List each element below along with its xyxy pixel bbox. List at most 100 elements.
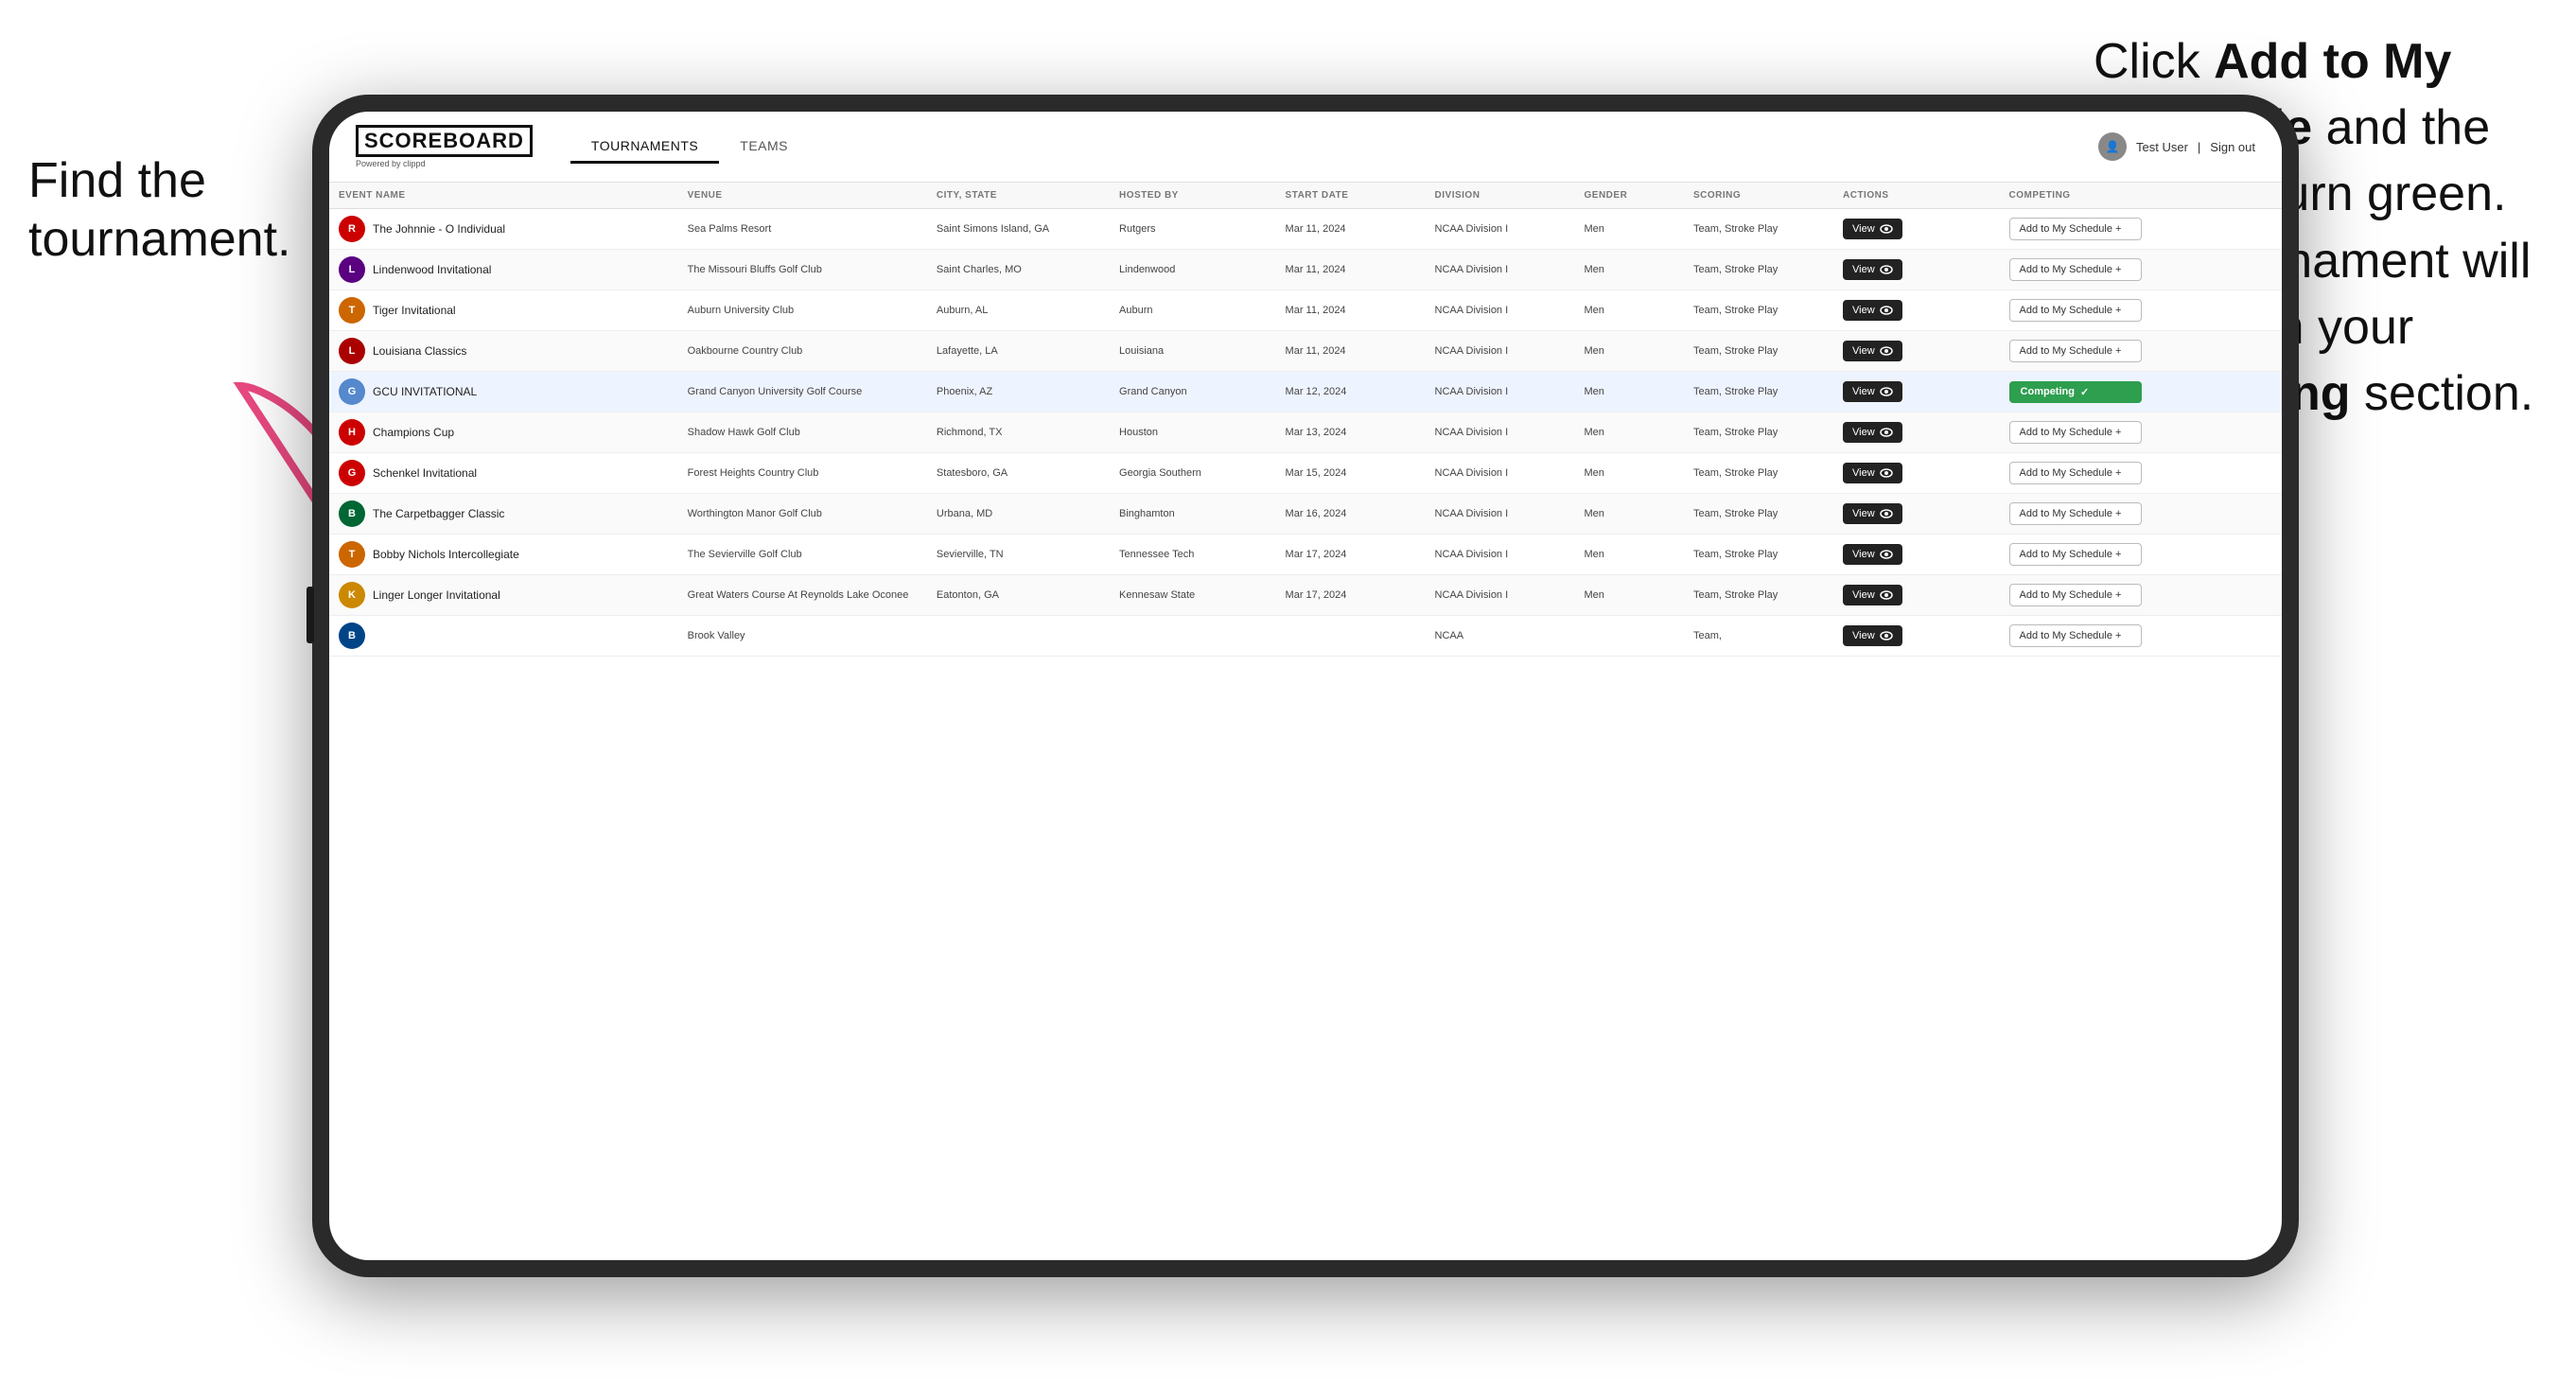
add-to-schedule-button[interactable]: Add to My Schedule + [2009, 299, 2142, 322]
tournaments-table: EVENT NAME VENUE CITY, STATE HOSTED BY S… [329, 183, 2282, 657]
logo-text: SCOREBOARD [356, 125, 533, 157]
venue-cell: Oakbourne Country Club [678, 331, 927, 372]
gender-cell: Men [1575, 209, 1685, 250]
tablet-frame: SCOREBOARD Powered by clippd TOURNAMENTS… [312, 95, 2299, 1277]
venue-cell: Grand Canyon University Golf Course [678, 372, 927, 412]
col-header-date: START DATE [1276, 183, 1426, 209]
city-cell: Richmond, TX [927, 412, 1110, 453]
view-button[interactable]: View [1843, 544, 1902, 565]
date-cell: Mar 11, 2024 [1276, 331, 1426, 372]
event-cell: T Bobby Nichols Intercollegiate [339, 541, 669, 568]
col-header-division: DIVISION [1426, 183, 1575, 209]
venue-cell: The Sevierville Golf Club [678, 535, 927, 575]
add-to-schedule-label: Add to My Schedule + [2020, 549, 2122, 560]
hosted-cell: Binghamton [1110, 494, 1276, 535]
tab-tournaments[interactable]: TOURNAMENTS [570, 131, 719, 164]
add-to-schedule-label: Add to My Schedule + [2020, 467, 2122, 479]
hosted-cell [1110, 616, 1276, 657]
actions-cell: View [1833, 494, 2000, 535]
table-row: G GCU INVITATIONAL Grand Canyon Universi… [329, 372, 2282, 412]
event-name: Schenkel Invitational [373, 466, 477, 480]
division-cell: NCAA Division I [1426, 412, 1575, 453]
competing-button[interactable]: Competing ✓ [2009, 381, 2142, 403]
team-logo: K [339, 582, 365, 608]
actions-cell: View [1833, 575, 2000, 616]
table-row: L Lindenwood Invitational The Missouri B… [329, 250, 2282, 290]
eye-icon [1880, 387, 1893, 396]
logo-area: SCOREBOARD Powered by clippd [356, 125, 533, 168]
add-to-schedule-button[interactable]: Add to My Schedule + [2009, 624, 2142, 647]
user-avatar: 👤 [2098, 132, 2127, 161]
actions-cell: View [1833, 209, 2000, 250]
date-cell: Mar 17, 2024 [1276, 535, 1426, 575]
view-button[interactable]: View [1843, 463, 1902, 483]
event-cell: B [339, 623, 669, 649]
add-to-schedule-button[interactable]: Add to My Schedule + [2009, 421, 2142, 444]
date-cell: Mar 12, 2024 [1276, 372, 1426, 412]
view-button[interactable]: View [1843, 381, 1902, 402]
col-header-city: CITY, STATE [927, 183, 1110, 209]
team-logo: G [339, 460, 365, 486]
team-logo: T [339, 297, 365, 324]
add-to-schedule-button[interactable]: Add to My Schedule + [2009, 502, 2142, 525]
competing-cell: Add to My Schedule + [2000, 331, 2282, 372]
venue-cell: Forest Heights Country Club [678, 453, 927, 494]
view-button[interactable]: View [1843, 625, 1902, 646]
date-cell: Mar 17, 2024 [1276, 575, 1426, 616]
division-cell: NCAA Division I [1426, 290, 1575, 331]
col-header-hosted: HOSTED BY [1110, 183, 1276, 209]
city-cell: Auburn, AL [927, 290, 1110, 331]
add-to-schedule-button[interactable]: Add to My Schedule + [2009, 258, 2142, 281]
actions-cell: View [1833, 412, 2000, 453]
division-cell: NCAA [1426, 616, 1575, 657]
division-cell: NCAA Division I [1426, 372, 1575, 412]
col-header-competing: COMPETING [2000, 183, 2282, 209]
gender-cell: Men [1575, 372, 1685, 412]
venue-cell: Brook Valley [678, 616, 927, 657]
view-button[interactable]: View [1843, 503, 1902, 524]
gender-cell: Men [1575, 494, 1685, 535]
table-header-row: EVENT NAME VENUE CITY, STATE HOSTED BY S… [329, 183, 2282, 209]
col-header-scoring: SCORING [1684, 183, 1833, 209]
tab-teams[interactable]: TEAMS [719, 131, 809, 164]
table-row: L Louisiana Classics Oakbourne Country C… [329, 331, 2282, 372]
add-to-schedule-button[interactable]: Add to My Schedule + [2009, 462, 2142, 484]
nav-separator: | [2198, 140, 2200, 154]
view-button[interactable]: View [1843, 341, 1902, 361]
date-cell: Mar 16, 2024 [1276, 494, 1426, 535]
view-button[interactable]: View [1843, 300, 1902, 321]
add-to-schedule-button[interactable]: Add to My Schedule + [2009, 340, 2142, 362]
city-cell: Statesboro, GA [927, 453, 1110, 494]
venue-cell: Auburn University Club [678, 290, 927, 331]
city-cell: Phoenix, AZ [927, 372, 1110, 412]
competing-cell: Add to My Schedule + [2000, 575, 2282, 616]
competing-cell: Add to My Schedule + [2000, 535, 2282, 575]
add-to-schedule-label: Add to My Schedule + [2020, 427, 2122, 438]
venue-cell: Worthington Manor Golf Club [678, 494, 927, 535]
table-row: R The Johnnie - O Individual Sea Palms R… [329, 209, 2282, 250]
view-button[interactable]: View [1843, 259, 1902, 280]
add-to-schedule-button[interactable]: Add to My Schedule + [2009, 543, 2142, 566]
add-to-schedule-button[interactable]: Add to My Schedule + [2009, 218, 2142, 240]
nav-user: 👤 Test User | Sign out [2098, 132, 2255, 161]
eye-icon [1880, 306, 1893, 315]
add-to-schedule-label: Add to My Schedule + [2020, 264, 2122, 275]
city-cell: Sevierville, TN [927, 535, 1110, 575]
city-cell: Urbana, MD [927, 494, 1110, 535]
date-cell: Mar 11, 2024 [1276, 209, 1426, 250]
eye-icon [1880, 468, 1893, 478]
division-cell: NCAA Division I [1426, 535, 1575, 575]
competing-cell: Add to My Schedule + [2000, 616, 2282, 657]
division-cell: NCAA Division I [1426, 494, 1575, 535]
signout-link[interactable]: Sign out [2210, 140, 2255, 154]
nav-bar: SCOREBOARD Powered by clippd TOURNAMENTS… [329, 112, 2282, 183]
view-button[interactable]: View [1843, 585, 1902, 605]
view-button[interactable]: View [1843, 422, 1902, 443]
view-button[interactable]: View [1843, 219, 1902, 239]
team-logo: B [339, 623, 365, 649]
hosted-cell: Grand Canyon [1110, 372, 1276, 412]
event-cell: B The Carpetbagger Classic [339, 500, 669, 527]
scoring-cell: Team, Stroke Play [1684, 372, 1833, 412]
add-to-schedule-button[interactable]: Add to My Schedule + [2009, 584, 2142, 606]
scoring-cell: Team, Stroke Play [1684, 453, 1833, 494]
